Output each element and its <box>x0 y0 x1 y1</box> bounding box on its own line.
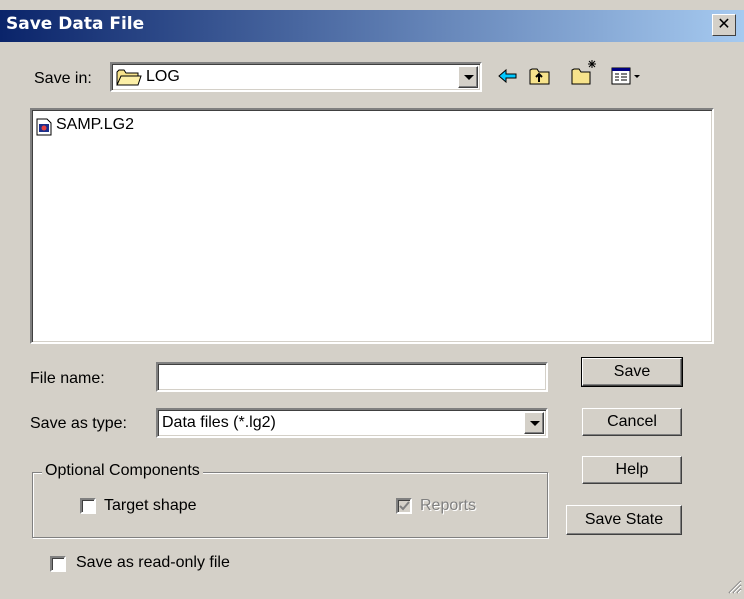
cancel-button[interactable]: Cancel <box>582 408 682 436</box>
reports-checkbox[interactable] <box>396 498 412 514</box>
file-name-label: File name: <box>30 370 105 387</box>
save-as-type-value: Data files (*.lg2) <box>162 414 276 431</box>
resize-grip-icon[interactable] <box>724 576 742 594</box>
help-button[interactable]: Help <box>582 456 682 484</box>
new-folder-icon[interactable] <box>570 58 598 88</box>
read-only-label: Save as read-only file <box>76 554 230 571</box>
save-button[interactable]: Save <box>581 357 683 387</box>
target-shape-checkbox[interactable] <box>80 498 96 514</box>
read-only-checkbox[interactable] <box>50 556 66 572</box>
save-in-label: Save in: <box>34 70 92 87</box>
up-folder-icon[interactable] <box>528 64 552 88</box>
file-list[interactable]: SAMP.LG2 <box>30 108 714 344</box>
save-state-button[interactable]: Save State <box>566 505 682 535</box>
title-bar[interactable]: Save Data File ✕ <box>0 10 744 42</box>
optional-components-label: Optional Components <box>42 462 203 480</box>
folder-icon <box>116 68 142 91</box>
view-menu-icon[interactable] <box>610 64 644 88</box>
close-icon: ✕ <box>717 14 731 33</box>
save-in-dropdown[interactable]: LOG <box>110 62 482 92</box>
checkmark-icon <box>399 501 410 511</box>
close-button[interactable]: ✕ <box>712 14 736 36</box>
target-shape-label: Target shape <box>104 497 197 514</box>
back-arrow-icon[interactable] <box>496 64 520 88</box>
save-in-dropdown-arrow[interactable] <box>458 66 478 88</box>
save-in-value: LOG <box>146 68 180 85</box>
window-title: Save Data File <box>6 14 145 34</box>
save-as-type-dropdown[interactable]: Data files (*.lg2) <box>156 408 548 438</box>
lg2-file-icon <box>36 118 52 141</box>
file-name-field[interactable] <box>156 362 548 392</box>
save-as-type-label: Save as type: <box>30 415 127 432</box>
save-as-type-dropdown-arrow[interactable] <box>524 412 544 434</box>
reports-label: Reports <box>420 497 477 514</box>
file-name: SAMP.LG2 <box>56 116 134 133</box>
